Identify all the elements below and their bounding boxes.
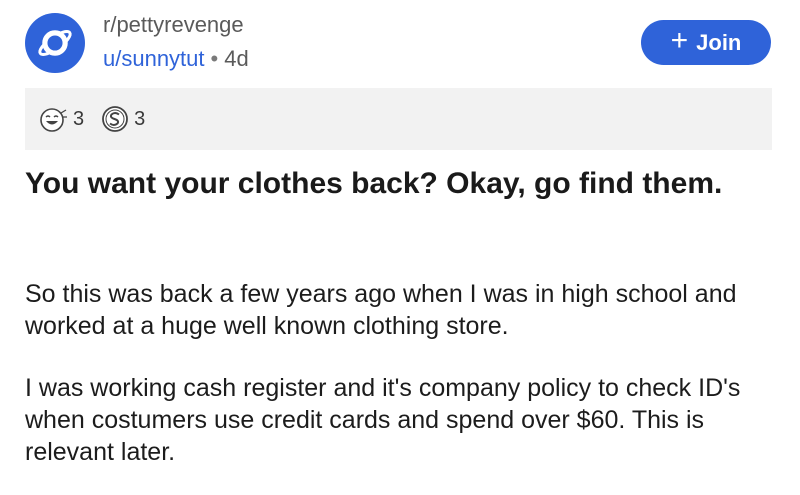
plus-icon: + bbox=[670, 24, 689, 57]
post-body-paragraph: So this was back a few years ago when I … bbox=[25, 280, 737, 340]
post-age: 4d bbox=[224, 46, 249, 71]
laughing-face-icon bbox=[40, 108, 67, 132]
post-meta: u/sunnytut • 4d bbox=[103, 46, 249, 72]
post-header: r/pettyrevenge u/sunnytut • 4d + Join bbox=[0, 0, 800, 85]
award-item[interactable]: 3 bbox=[100, 104, 145, 134]
subreddit-name[interactable]: r/pettyrevenge bbox=[103, 12, 244, 38]
silver-coin-icon bbox=[102, 106, 129, 132]
award-item[interactable]: 3 bbox=[37, 105, 84, 133]
meta-separator: • bbox=[210, 46, 219, 71]
awards-bar[interactable]: 3 3 bbox=[25, 88, 772, 150]
post-body-paragraph: I was working cash register and it's com… bbox=[25, 374, 741, 466]
join-label: Join bbox=[696, 29, 742, 55]
subreddit-avatar-icon[interactable] bbox=[25, 13, 85, 73]
join-button[interactable]: + Join bbox=[641, 20, 771, 65]
award-count: 3 bbox=[134, 107, 146, 130]
post-title[interactable]: You want your clothes back? Okay, go fin… bbox=[25, 166, 765, 202]
planet-icon bbox=[38, 30, 72, 56]
award-count: 3 bbox=[73, 107, 85, 130]
author-link[interactable]: u/sunnytut bbox=[103, 46, 205, 71]
